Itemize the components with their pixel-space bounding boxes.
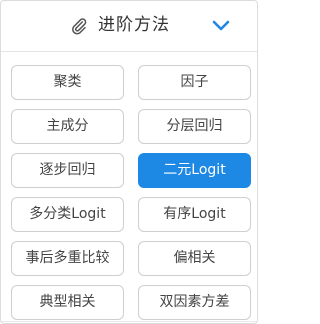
method-button-grid: 聚类 因子 主成分 分层回归 逐步回归 二元Logit 多分类Logit 有序L… — [11, 65, 255, 320]
method-button-pca[interactable]: 主成分 — [11, 109, 124, 144]
method-button-two-way-anova[interactable]: 双因素方差 — [138, 285, 251, 320]
method-button-multinomial-logit[interactable]: 多分类Logit — [11, 197, 124, 232]
paperclip-icon — [72, 18, 87, 35]
advanced-methods-header[interactable]: 进阶方法 — [1, 1, 257, 52]
method-button-factor[interactable]: 因子 — [138, 65, 251, 100]
advanced-methods-panel: 进阶方法 聚类 因子 主成分 分层回归 逐步回归 二元Logit 多分类Logi… — [0, 0, 258, 324]
bottom-divider — [1, 321, 257, 322]
method-button-hierarchical-regression[interactable]: 分层回归 — [138, 109, 251, 144]
method-button-ordinal-logit[interactable]: 有序Logit — [138, 197, 251, 232]
method-button-binary-logit[interactable]: 二元Logit — [138, 153, 251, 188]
method-button-cluster[interactable]: 聚类 — [11, 65, 124, 100]
section-title: 进阶方法 — [98, 15, 170, 35]
chevron-down-icon[interactable] — [212, 20, 230, 32]
method-button-canonical-correlation[interactable]: 典型相关 — [11, 285, 124, 320]
method-button-stepwise-regression[interactable]: 逐步回归 — [11, 153, 124, 188]
method-button-partial-correlation[interactable]: 偏相关 — [138, 241, 251, 276]
method-button-post-hoc-comparison[interactable]: 事后多重比较 — [11, 241, 124, 276]
